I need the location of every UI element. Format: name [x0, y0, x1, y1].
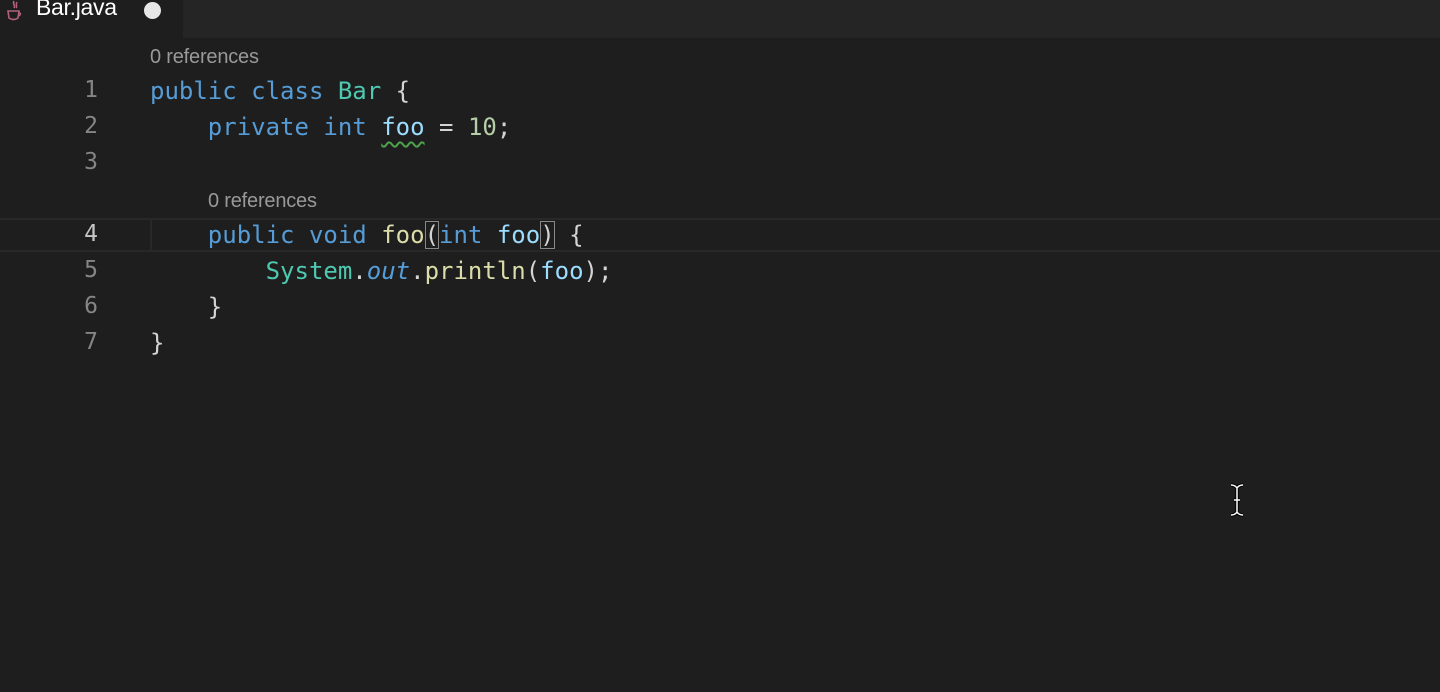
field-foo-warning[interactable]: foo: [381, 113, 424, 141]
codelens-references-class[interactable]: 0 references: [150, 46, 259, 69]
line-number: 1: [84, 77, 98, 103]
semicolon: ;: [496, 113, 512, 141]
static-field-out[interactable]: out: [367, 257, 410, 285]
bracket-match-close: ): [540, 221, 555, 249]
close-brace: }: [207, 293, 223, 321]
bracket-match-open: (: [424, 221, 440, 249]
open-brace: {: [569, 221, 584, 249]
text-cursor-icon: [1230, 483, 1244, 517]
line-number: 7: [84, 329, 98, 355]
method-name[interactable]: foo: [381, 221, 424, 249]
code-line-2[interactable]: private int foo = 10;: [150, 112, 512, 142]
close-brace: }: [150, 329, 165, 357]
code-editor[interactable]: 0 references 0 references 1 2 3 4 5 6 7 …: [0, 38, 1440, 692]
line-number: 2: [84, 113, 98, 139]
dot: .: [352, 257, 367, 285]
keyword-void: void: [308, 221, 367, 249]
unsaved-changes-dot-icon[interactable]: [144, 2, 161, 19]
line-number: 3: [84, 149, 98, 175]
line-number-active: 4: [84, 221, 98, 247]
code-line-1[interactable]: public class Bar {: [150, 76, 410, 106]
open-brace: {: [395, 77, 411, 105]
keyword-class: class: [251, 77, 324, 105]
argument-foo[interactable]: foo: [540, 257, 583, 285]
method-println[interactable]: println: [425, 257, 526, 285]
code-line-7[interactable]: }: [150, 328, 164, 358]
line-number: 5: [84, 257, 98, 283]
class-system[interactable]: System: [266, 257, 353, 285]
keyword-private: private: [207, 113, 309, 141]
dot: .: [410, 257, 425, 285]
number-literal: 10: [467, 113, 497, 141]
keyword-int: int: [439, 221, 483, 249]
close-paren: ): [583, 257, 598, 285]
java-icon: [7, 0, 22, 21]
editor-tab-bar-java[interactable]: Bar.java: [0, 0, 183, 38]
codelens-references-method[interactable]: 0 references: [208, 190, 317, 213]
keyword-int: int: [323, 113, 367, 141]
keyword-public: public: [207, 221, 295, 249]
tab-title: Bar.java: [36, 0, 117, 20]
keyword-public: public: [150, 77, 237, 105]
parameter-foo[interactable]: foo: [497, 221, 540, 249]
open-paren: (: [525, 257, 541, 285]
line-number: 6: [84, 293, 98, 319]
code-line-6[interactable]: }: [150, 292, 222, 322]
assign-operator: =: [439, 113, 454, 141]
tab-bar: Bar.java: [0, 0, 1440, 38]
code-line-4[interactable]: public void foo(int foo) {: [150, 220, 584, 250]
semicolon: ;: [597, 257, 613, 285]
code-line-5[interactable]: System.out.println(foo);: [150, 256, 613, 286]
class-name[interactable]: Bar: [338, 77, 381, 105]
